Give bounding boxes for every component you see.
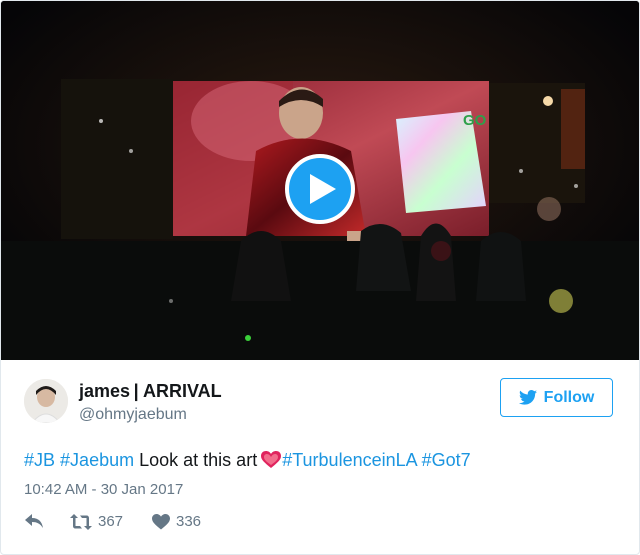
retweet-icon: [70, 513, 92, 530]
tweet-body-text: Look at this art: [139, 450, 258, 470]
retweet-count: 367: [98, 513, 124, 530]
reply-button[interactable]: [24, 513, 44, 529]
video-player[interactable]: GO: [1, 1, 639, 360]
like-button[interactable]: 336: [152, 513, 201, 530]
heart-emoji-icon: [261, 451, 282, 474]
tweet-timestamp[interactable]: 10:42 AM - 30 Jan 2017: [24, 481, 183, 498]
like-count: 336: [176, 513, 202, 530]
avatar[interactable]: [24, 379, 68, 423]
tweet-card: GO james | ARRIVAL @ohmyjaebum Follow #J…: [0, 0, 640, 555]
tweet-text: #JB #Jaebum Look at this art #Turbulencei…: [24, 450, 471, 474]
hashtag-link[interactable]: #Got7: [422, 450, 471, 470]
follow-button[interactable]: Follow: [500, 378, 613, 417]
play-icon: [310, 174, 336, 204]
hashtag-link[interactable]: #JB: [24, 450, 55, 470]
avatar-image: [24, 379, 68, 423]
author-display-name[interactable]: james | ARRIVAL: [79, 381, 222, 402]
hashtag-link[interactable]: #TurbulenceinLA: [282, 450, 416, 470]
twitter-bird-icon: [518, 390, 537, 405]
hashtag-link[interactable]: #Jaebum: [60, 450, 134, 470]
reply-icon: [25, 514, 43, 528]
follow-button-label: Follow: [543, 388, 595, 406]
author-handle[interactable]: @ohmyjaebum: [79, 406, 187, 424]
screen-sign-text: GO: [463, 112, 487, 129]
play-button[interactable]: [285, 154, 355, 224]
retweet-button[interactable]: 367: [70, 513, 123, 530]
like-icon: [152, 513, 170, 529]
